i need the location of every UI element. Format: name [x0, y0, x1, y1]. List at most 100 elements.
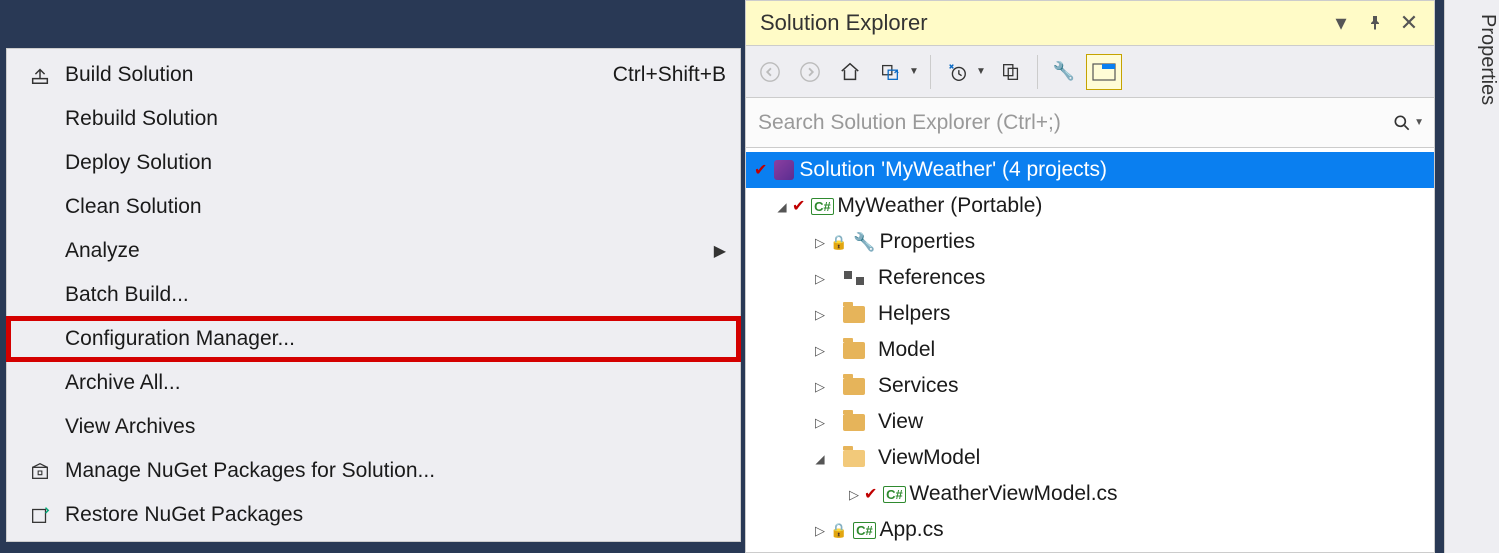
submenu-arrow-icon: ▶: [714, 241, 726, 261]
search-row: ▼: [746, 98, 1434, 148]
pin-icon[interactable]: [1358, 6, 1392, 40]
panel-dropdown-icon[interactable]: ▾: [1324, 6, 1358, 40]
menu-item-rebuild-solution[interactable]: Rebuild Solution: [7, 97, 740, 141]
dropdown-icon[interactable]: ▼: [973, 66, 989, 77]
expander-icon[interactable]: [810, 414, 830, 431]
forward-button[interactable]: [792, 54, 828, 90]
menu-label: Deploy Solution: [65, 151, 726, 175]
tree-label: View: [878, 410, 923, 434]
close-icon[interactable]: ✕: [1392, 6, 1426, 40]
solution-icon: [769, 160, 799, 180]
expander-icon[interactable]: [810, 450, 830, 466]
tree-label: WeatherViewModel.cs: [909, 482, 1117, 506]
properties-button[interactable]: 🔧: [1046, 54, 1082, 90]
tree-node-view[interactable]: View: [746, 404, 1434, 440]
expander-icon[interactable]: [810, 234, 830, 251]
csharp-file-icon: C#: [849, 522, 879, 539]
expander-icon[interactable]: [844, 486, 864, 503]
wrench-icon: 🔧: [849, 232, 879, 253]
expander-icon[interactable]: [810, 306, 830, 323]
check-icon: ✔: [754, 160, 767, 180]
solution-tree: ✔ Solution 'MyWeather' (4 projects) ✔ C#…: [746, 148, 1434, 552]
check-icon: ✔: [864, 484, 877, 504]
menu-label: Batch Build...: [65, 283, 726, 307]
side-tab-label: Properties: [1477, 14, 1499, 105]
tree-node-references[interactable]: References: [746, 260, 1434, 296]
tree-node-viewmodel[interactable]: ViewModel: [746, 440, 1434, 476]
preview-button[interactable]: [1086, 54, 1122, 90]
menu-label: Manage NuGet Packages for Solution...: [65, 459, 726, 483]
menu-label: Rebuild Solution: [65, 107, 726, 131]
tree-node-properties[interactable]: 🔒 🔧 Properties: [746, 224, 1434, 260]
folder-icon: [830, 378, 878, 395]
expander-icon[interactable]: [810, 522, 830, 539]
context-menu: Build Solution Ctrl+Shift+B Rebuild Solu…: [6, 48, 741, 542]
folder-icon: [830, 342, 878, 359]
menu-item-batch-build[interactable]: Batch Build...: [7, 273, 740, 317]
tree-label: Helpers: [878, 302, 950, 326]
build-icon: [15, 64, 65, 86]
expander-icon[interactable]: [810, 342, 830, 359]
folder-open-icon: [830, 450, 878, 467]
solution-explorer-panel: Solution Explorer ▾ ✕ ▼ ▼ 🔧: [745, 0, 1435, 553]
tree-label: Services: [878, 374, 959, 398]
menu-label: Archive All...: [65, 371, 726, 395]
panel-toolbar: ▼ ▼ 🔧: [746, 45, 1434, 98]
tree-label: Solution 'MyWeather' (4 projects): [799, 158, 1107, 182]
toolbar-separator: [1037, 55, 1038, 89]
pending-changes-button[interactable]: [939, 54, 975, 90]
lock-icon: 🔒: [830, 234, 847, 251]
menu-shortcut: Ctrl+Shift+B: [613, 63, 726, 87]
menu-item-deploy-solution[interactable]: Deploy Solution: [7, 141, 740, 185]
tree-node-services[interactable]: Services: [746, 368, 1434, 404]
tree-node-project[interactable]: ✔ C# MyWeather (Portable): [746, 188, 1434, 224]
menu-item-clean-solution[interactable]: Clean Solution: [7, 185, 740, 229]
references-icon: [830, 271, 878, 285]
menu-label: Build Solution: [65, 63, 613, 87]
tree-node-app[interactable]: 🔒 C# App.cs: [746, 512, 1434, 548]
menu-label: Analyze: [65, 239, 714, 263]
search-icon[interactable]: ▼: [1392, 113, 1424, 133]
tree-node-solution[interactable]: ✔ Solution 'MyWeather' (4 projects): [746, 152, 1434, 188]
menu-item-configuration-manager[interactable]: Configuration Manager...: [7, 317, 740, 361]
csharp-project-icon: C#: [807, 198, 837, 215]
csharp-file-icon: C#: [879, 486, 909, 503]
tree-node-model[interactable]: Model: [746, 332, 1434, 368]
panel-title: Solution Explorer: [760, 10, 1324, 36]
menu-label: Clean Solution: [65, 195, 726, 219]
lock-icon: 🔒: [830, 522, 847, 539]
tree-label: Model: [878, 338, 935, 362]
menu-label: Configuration Manager...: [65, 327, 726, 351]
home-button[interactable]: [832, 54, 868, 90]
tree-label: References: [878, 266, 985, 290]
restore-package-icon: [15, 504, 65, 526]
expander-icon[interactable]: [772, 198, 792, 214]
menu-item-view-archives[interactable]: View Archives: [7, 405, 740, 449]
folder-icon: [830, 306, 878, 323]
panel-titlebar: Solution Explorer ▾ ✕: [746, 1, 1434, 45]
properties-side-tab[interactable]: Properties: [1444, 0, 1499, 553]
search-input[interactable]: [756, 110, 1392, 136]
show-all-files-button[interactable]: [993, 54, 1029, 90]
menu-label: View Archives: [65, 415, 726, 439]
folder-icon: [830, 414, 878, 431]
tree-node-weatherviewmodel[interactable]: ✔ C# WeatherViewModel.cs: [746, 476, 1434, 512]
menu-item-archive-all[interactable]: Archive All...: [7, 361, 740, 405]
tree-label: App.cs: [879, 518, 943, 542]
expander-icon[interactable]: [810, 378, 830, 395]
back-button[interactable]: [752, 54, 788, 90]
toolbar-separator: [930, 55, 931, 89]
tree-label: MyWeather (Portable): [837, 194, 1042, 218]
tree-label: Properties: [879, 230, 975, 254]
menu-item-build-solution[interactable]: Build Solution Ctrl+Shift+B: [7, 53, 740, 97]
tree-node-helpers[interactable]: Helpers: [746, 296, 1434, 332]
menu-item-manage-nuget[interactable]: Manage NuGet Packages for Solution...: [7, 449, 740, 493]
nuget-package-icon: [15, 460, 65, 482]
sync-button[interactable]: [872, 54, 908, 90]
expander-icon[interactable]: [810, 270, 830, 287]
menu-item-analyze[interactable]: Analyze ▶: [7, 229, 740, 273]
menu-label: Restore NuGet Packages: [65, 503, 726, 527]
menu-item-restore-nuget[interactable]: Restore NuGet Packages: [7, 493, 740, 537]
check-icon: ✔: [792, 196, 805, 216]
dropdown-icon[interactable]: ▼: [906, 66, 922, 77]
